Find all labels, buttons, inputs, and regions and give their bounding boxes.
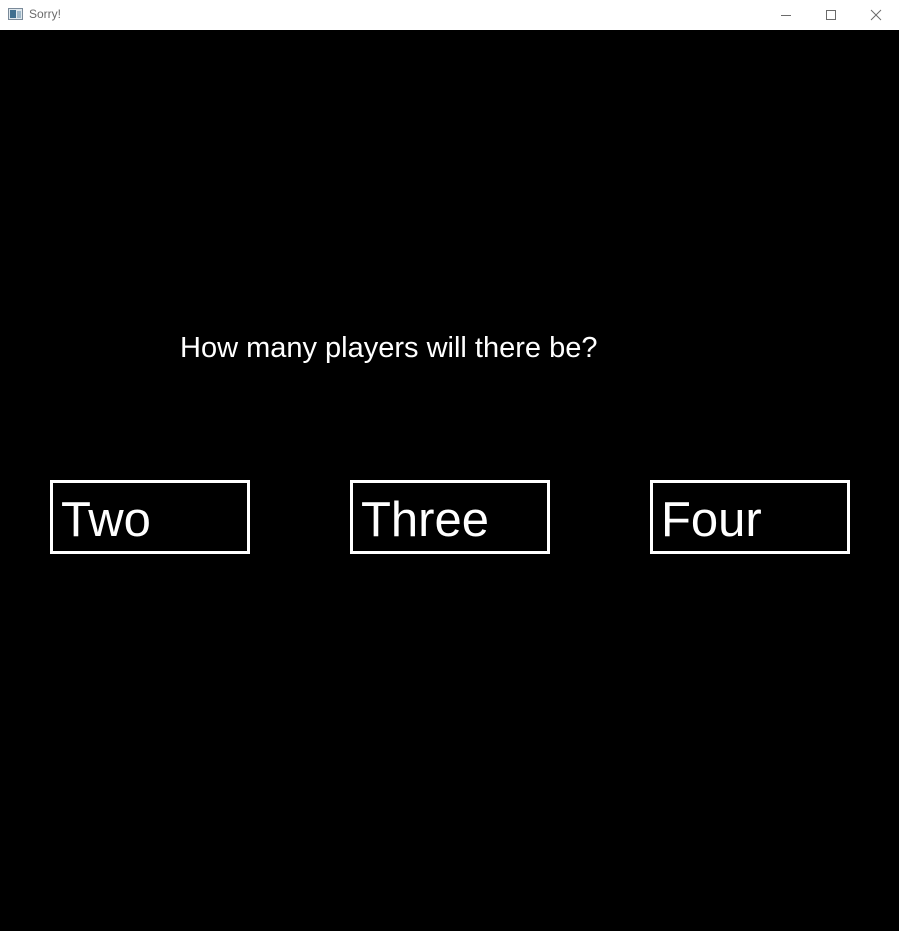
two-players-label: Two — [61, 493, 151, 547]
title-bar[interactable]: Sorry! — [0, 0, 899, 30]
window-title: Sorry! — [29, 7, 62, 21]
game-canvas: How many players will there be? Two Thre… — [0, 30, 899, 931]
player-count-question: How many players will there be? — [180, 332, 598, 364]
two-players-button[interactable]: Two — [50, 480, 250, 554]
close-icon — [870, 9, 882, 21]
close-button[interactable] — [853, 0, 899, 30]
three-players-label: Three — [361, 493, 490, 547]
four-players-label: Four — [661, 493, 762, 547]
maximize-icon — [826, 10, 836, 20]
four-players-button[interactable]: Four — [650, 480, 850, 554]
minimize-button[interactable] — [763, 0, 809, 30]
minimize-icon — [781, 15, 791, 16]
three-players-button[interactable]: Three — [350, 480, 550, 554]
app-window: Sorry! How many players will there be? T… — [0, 0, 899, 931]
maximize-button[interactable] — [808, 0, 854, 30]
window-app-icon — [8, 8, 23, 20]
